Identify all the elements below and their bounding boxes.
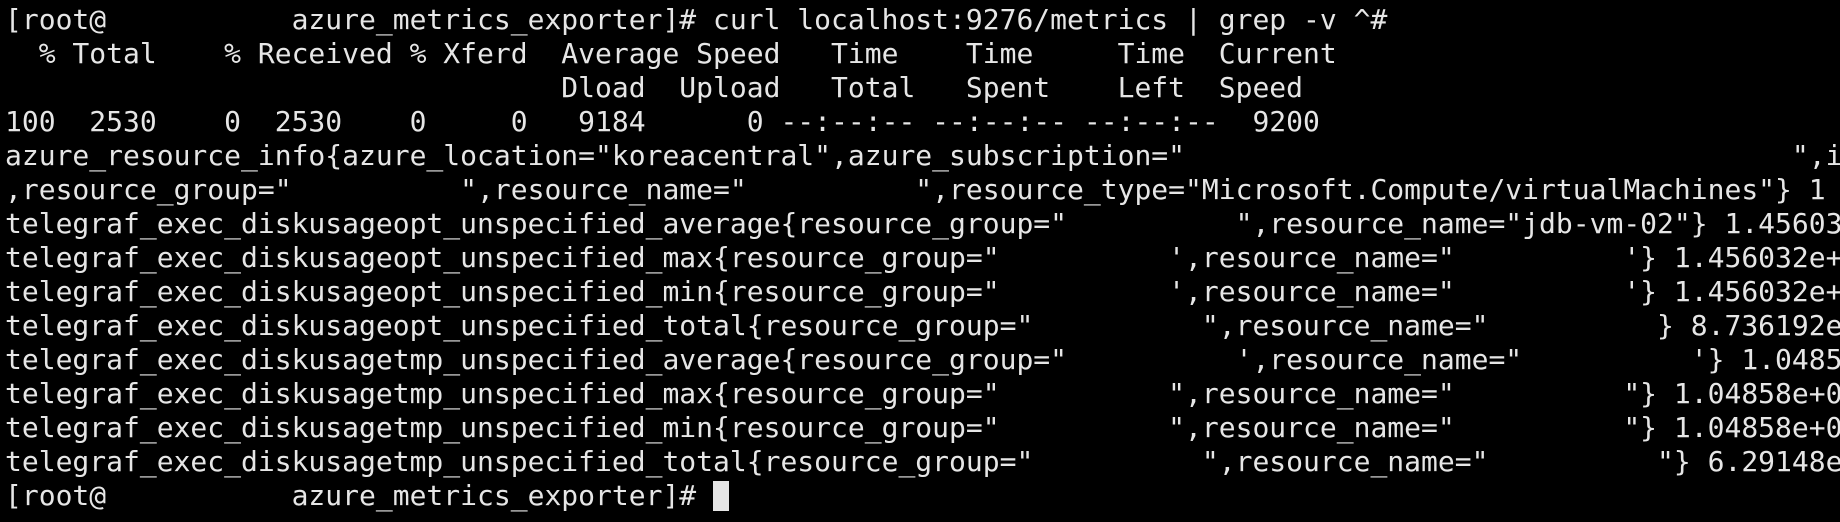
output-line: ,resource_group=" ",resource_name=" ",re… [5, 173, 1826, 206]
text-cursor [713, 481, 730, 511]
curl-progress-header: % Total % Received % Xferd Average Speed… [5, 37, 1337, 70]
output-line: telegraf_exec_diskusageopt_unspecified_a… [5, 207, 1840, 240]
output-line: telegraf_exec_diskusagetmp_unspecified_m… [5, 377, 1840, 410]
output-line: telegraf_exec_diskusageopt_unspecified_m… [5, 241, 1840, 274]
terminal-window[interactable]: [root@ azure_metrics_exporter]# curl loc… [0, 0, 1840, 522]
output-line: telegraf_exec_diskusagetmp_unspecified_m… [5, 411, 1840, 444]
curl-progress-subheader: Dload Upload Total Spent Left Speed [5, 71, 1304, 104]
output-line: azure_resource_info{azure_location="kore… [5, 139, 1840, 172]
command-line: [root@ azure_metrics_exporter]# curl loc… [5, 3, 1388, 36]
output-line: telegraf_exec_diskusagetmp_unspecified_t… [5, 445, 1840, 478]
output-line: telegraf_exec_diskusageopt_unspecified_m… [5, 275, 1840, 308]
curl-progress-values: 100 2530 0 2530 0 0 9184 0 --:--:-- --:-… [5, 105, 1320, 138]
shell-prompt: [root@ azure_metrics_exporter]# [5, 479, 714, 512]
output-line: telegraf_exec_diskusageopt_unspecified_t… [5, 309, 1840, 342]
prompt-line[interactable]: [root@ azure_metrics_exporter]# [5, 479, 1840, 513]
output-line: telegraf_exec_diskusagetmp_unspecified_a… [5, 343, 1840, 376]
